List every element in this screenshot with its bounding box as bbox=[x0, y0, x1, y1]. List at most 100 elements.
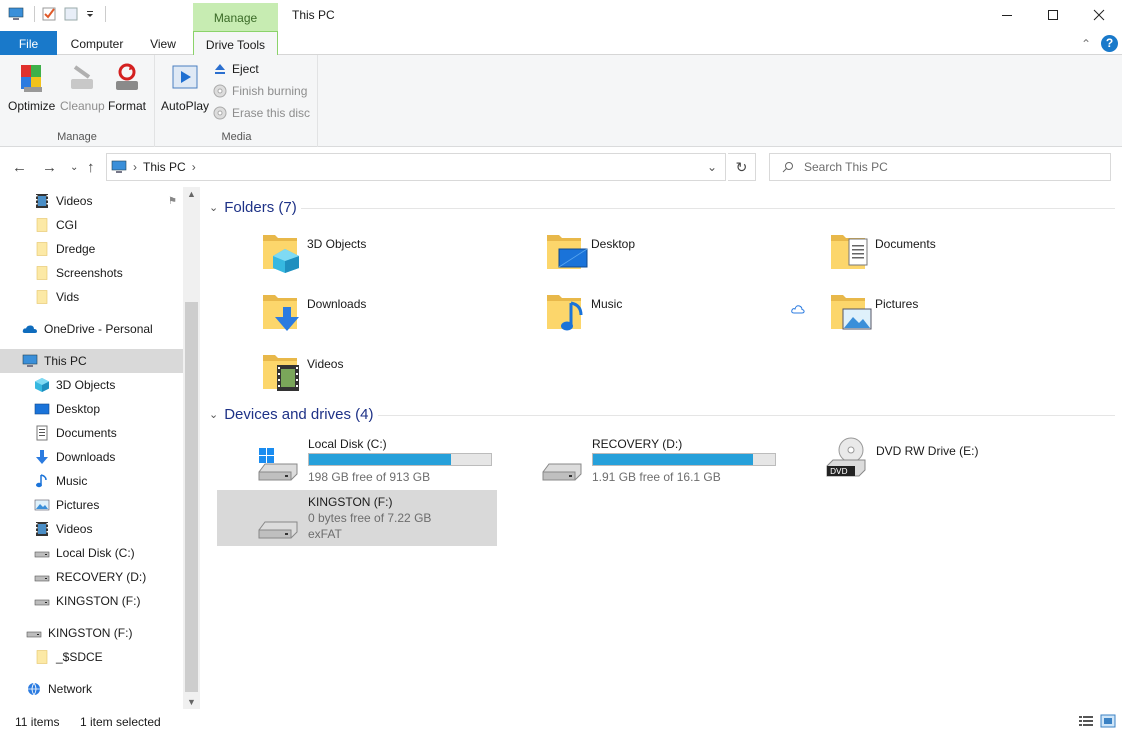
breadcrumb-this-pc[interactable]: This PC bbox=[143, 160, 186, 174]
folder-tile[interactable]: Documents bbox=[829, 229, 1089, 285]
refresh-icon: ↻ bbox=[735, 158, 748, 175]
properties-icon[interactable] bbox=[41, 6, 57, 22]
folder-tile[interactable]: Pictures bbox=[791, 289, 1089, 345]
status-bar: 11 items 1 item selected bbox=[0, 709, 1122, 733]
folder-tile[interactable]: Desktop bbox=[545, 229, 805, 285]
folders-group-header[interactable]: ⌄ Folders (7) bbox=[209, 199, 297, 216]
folder-tile[interactable]: Videos bbox=[261, 349, 521, 405]
nav-scrollbar-thumb[interactable] bbox=[185, 302, 198, 692]
finish-burning-button[interactable]: Finish burning bbox=[212, 81, 307, 101]
content-area: ⌄ Folders (7) 3D Objects Desktop Documents… bbox=[201, 187, 1122, 709]
search-placeholder: Search This PC bbox=[804, 160, 888, 174]
drive-icon bbox=[34, 593, 50, 609]
nav-item[interactable]: Documents bbox=[0, 421, 183, 445]
devices-group-header[interactable]: ⌄ Devices and drives (4) bbox=[209, 406, 373, 423]
nav-scrollbar[interactable]: ▲ ▼ bbox=[183, 187, 200, 709]
scroll-up-icon[interactable]: ▲ bbox=[187, 189, 196, 199]
window-controls bbox=[984, 0, 1122, 30]
videos-icon bbox=[261, 349, 305, 393]
address-dropdown-icon[interactable]: ⌄ bbox=[707, 160, 717, 174]
nav-item[interactable]: KINGSTON (F:) bbox=[0, 621, 183, 645]
drive-kingston-f[interactable]: KINGSTON (F:) 0 bytes free of 7.22 GB ex… bbox=[217, 490, 497, 546]
folder-icon bbox=[34, 289, 50, 305]
address-bar[interactable]: › This PC › ⌄ bbox=[106, 153, 726, 181]
customize-qat-icon[interactable] bbox=[85, 6, 95, 22]
documents-icon bbox=[34, 425, 50, 441]
nav-item[interactable]: OneDrive - Personal bbox=[0, 317, 183, 341]
folder-tile[interactable]: 3D Objects bbox=[261, 229, 521, 285]
new-folder-icon[interactable] bbox=[63, 6, 79, 22]
nav-item[interactable]: Vids bbox=[0, 285, 183, 309]
folder-name: 3D Objects bbox=[307, 237, 367, 251]
recent-locations-icon[interactable]: ⌄ bbox=[70, 162, 78, 173]
folder-name: Documents bbox=[875, 237, 936, 251]
minimize-button[interactable] bbox=[984, 0, 1030, 30]
tab-drive-tools[interactable]: Drive Tools bbox=[193, 31, 278, 56]
drive-recovery-d[interactable]: RECOVERY (D:) 1.91 GB free of 16.1 GB bbox=[501, 432, 781, 488]
nav-item[interactable]: RECOVERY (D:) bbox=[0, 565, 183, 589]
tab-file[interactable]: File bbox=[0, 31, 57, 55]
nav-item[interactable]: Network bbox=[0, 677, 183, 701]
nav-item[interactable]: This PC bbox=[0, 349, 183, 373]
view-switcher bbox=[1078, 714, 1116, 728]
devices-divider bbox=[378, 415, 1115, 416]
details-view-icon[interactable] bbox=[1078, 714, 1094, 728]
cleanup-button[interactable]: Cleanup bbox=[60, 61, 105, 113]
ribbon-right-controls: ⌃ ? bbox=[1081, 35, 1118, 52]
nav-item[interactable]: Local Disk (C:) bbox=[0, 541, 183, 565]
nav-item[interactable]: 3D Objects bbox=[0, 373, 183, 397]
nav-item[interactable]: Screenshots bbox=[0, 261, 183, 285]
3d-objects-icon bbox=[34, 377, 50, 393]
drive-icon bbox=[26, 625, 42, 641]
nav-item[interactable]: Music bbox=[0, 469, 183, 493]
minimize-icon bbox=[1002, 15, 1012, 16]
scroll-down-icon[interactable]: ▼ bbox=[187, 697, 196, 707]
forward-icon[interactable]: → bbox=[42, 159, 57, 176]
up-icon[interactable]: ↑ bbox=[87, 159, 95, 176]
videos-icon bbox=[34, 193, 50, 209]
eject-button[interactable]: Eject bbox=[212, 59, 259, 79]
nav-item[interactable]: Videos ⚑ bbox=[0, 189, 183, 213]
refresh-button[interactable]: ↻ bbox=[728, 153, 756, 181]
this-pc-icon bbox=[111, 160, 127, 173]
nav-item[interactable]: Pictures bbox=[0, 493, 183, 517]
tab-computer[interactable]: Computer bbox=[62, 31, 132, 55]
downloads-icon bbox=[261, 289, 305, 333]
this-pc-icon[interactable] bbox=[8, 6, 24, 22]
nav-item[interactable]: Desktop bbox=[0, 397, 183, 421]
back-icon[interactable]: ← bbox=[12, 159, 27, 176]
drive-free-space: 1.91 GB free of 16.1 GB bbox=[592, 470, 721, 484]
erase-disc-button[interactable]: Erase this disc bbox=[212, 103, 310, 123]
drive-free-space: 198 GB free of 913 GB bbox=[308, 470, 431, 484]
nav-item[interactable]: Downloads bbox=[0, 445, 183, 469]
drive-local-disk-c[interactable]: Local Disk (C:) 198 GB free of 913 GB bbox=[217, 432, 497, 488]
drive-usage-bar bbox=[592, 453, 776, 466]
nav-item-label: Desktop bbox=[56, 402, 101, 416]
drive-dvd-rw-e[interactable]: DVD DVD RW Drive (E:) bbox=[785, 432, 1065, 488]
large-icons-view-icon[interactable] bbox=[1100, 714, 1116, 728]
maximize-button[interactable] bbox=[1030, 0, 1076, 30]
folder-tile[interactable]: Music bbox=[545, 289, 805, 345]
help-icon[interactable]: ? bbox=[1101, 35, 1118, 52]
nav-item[interactable]: KINGSTON (F:) bbox=[0, 589, 183, 613]
manage-context-tab[interactable]: Manage bbox=[193, 3, 278, 31]
chevron-down-icon: ⌄ bbox=[209, 409, 219, 421]
breadcrumb-separator-icon[interactable]: › bbox=[192, 160, 196, 174]
eject-icon bbox=[215, 64, 225, 74]
finish-burning-label: Finish burning bbox=[232, 84, 308, 98]
nav-item[interactable]: _$SDCE bbox=[0, 645, 183, 669]
nav-item[interactable]: CGI bbox=[0, 213, 183, 237]
nav-item[interactable]: Dredge bbox=[0, 237, 183, 261]
folder-tile[interactable]: Downloads bbox=[261, 289, 521, 345]
nav-item-label: Local Disk (C:) bbox=[56, 546, 135, 560]
desktop-icon bbox=[545, 229, 589, 273]
tab-view[interactable]: View bbox=[140, 31, 186, 55]
close-button[interactable] bbox=[1076, 0, 1122, 30]
search-input[interactable]: Search This PC bbox=[769, 153, 1111, 181]
autoplay-button[interactable]: AutoPlay bbox=[161, 61, 209, 113]
collapse-ribbon-icon[interactable]: ⌃ bbox=[1081, 37, 1091, 51]
nav-item[interactable]: Videos bbox=[0, 517, 183, 541]
format-button[interactable]: Format bbox=[108, 61, 146, 113]
pin-icon[interactable]: ⚑ bbox=[168, 196, 177, 207]
optimize-button[interactable]: Optimize bbox=[8, 61, 55, 113]
